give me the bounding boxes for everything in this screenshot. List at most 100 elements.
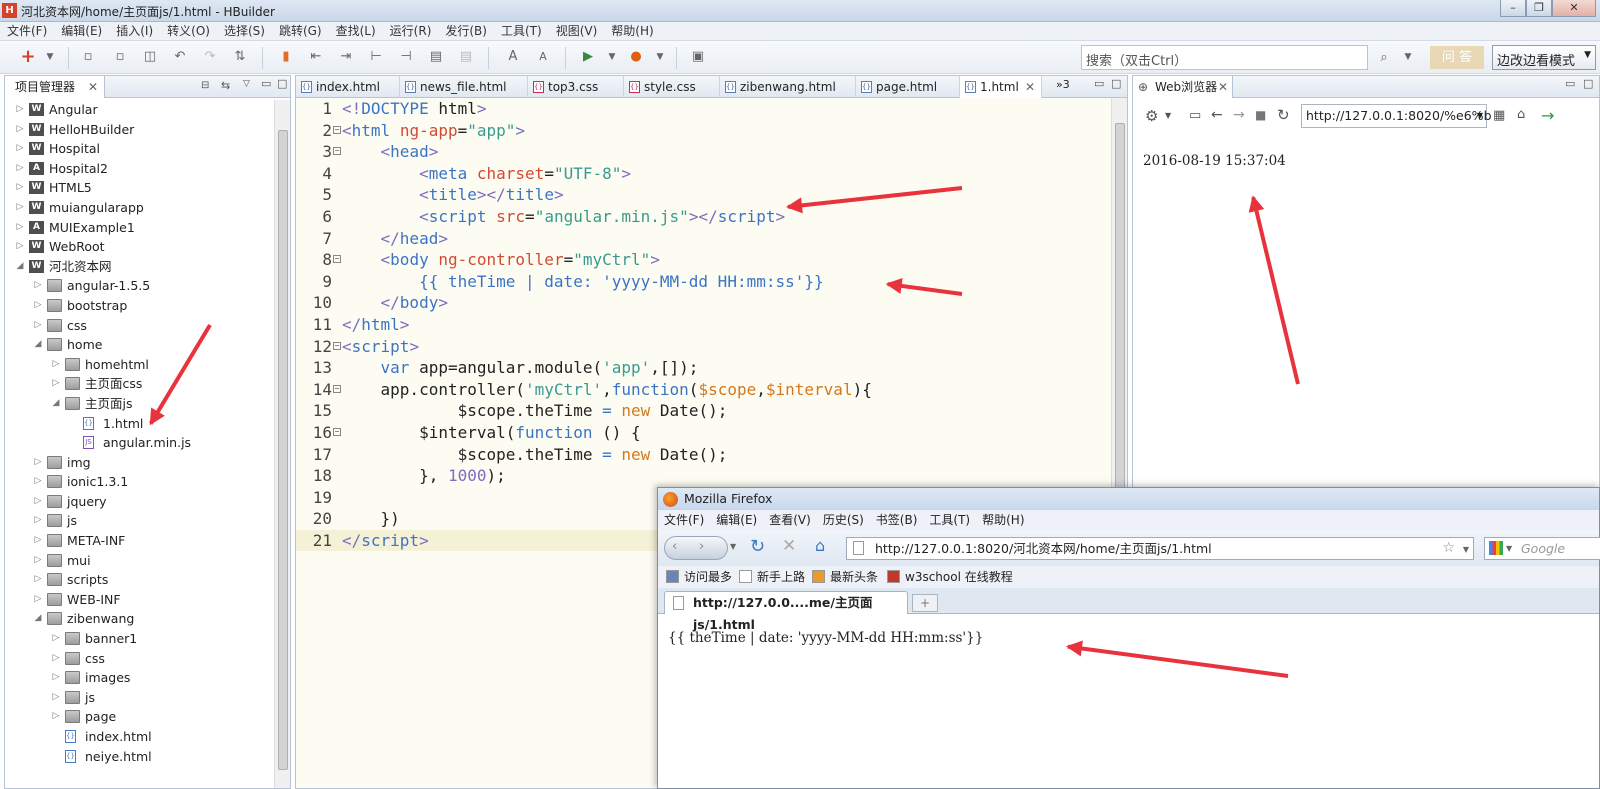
tree-item[interactable]: ▷ 主页面css bbox=[5, 374, 274, 394]
lock-icon[interactable]: ⌂ bbox=[1517, 107, 1525, 122]
prev-bookmark-icon[interactable]: ⇤ bbox=[308, 49, 324, 65]
minimize-button[interactable]: – bbox=[1500, 0, 1526, 17]
expanded-arrow-icon[interactable]: ◢ bbox=[33, 609, 43, 629]
minimize-editor-icon[interactable]: ▭ bbox=[1094, 77, 1104, 90]
collapsed-arrow-icon[interactable]: ▷ bbox=[51, 668, 61, 688]
firefox-search-input[interactable]: ▼ Google bbox=[1484, 537, 1600, 560]
chevron-down-icon[interactable]: ▼ bbox=[1477, 105, 1483, 127]
expanded-arrow-icon[interactable]: ◢ bbox=[51, 394, 61, 414]
close-icon[interactable]: ✕ bbox=[1025, 76, 1035, 98]
link-editor-icon[interactable]: ⇆ bbox=[221, 79, 230, 92]
menu-item[interactable]: 查找(L) bbox=[329, 22, 383, 41]
fold-toggle-icon[interactable]: − bbox=[333, 125, 341, 134]
collapsed-arrow-icon[interactable]: ▷ bbox=[15, 178, 25, 198]
editor-tab[interactable]: {} page.html bbox=[856, 76, 960, 98]
tree-item[interactable]: ▷ META-INF bbox=[5, 531, 274, 551]
tree-item[interactable]: ▷ W HelloHBuilder bbox=[5, 120, 274, 140]
expanded-arrow-icon[interactable]: ◢ bbox=[15, 257, 25, 277]
tree-item[interactable]: ▷ W Hospital bbox=[5, 139, 274, 159]
firefox-menu-item[interactable]: 文件(F) bbox=[658, 510, 710, 530]
firefox-menu-item[interactable]: 编辑(E) bbox=[710, 510, 763, 530]
tree-item[interactable]: ▷ homehtml bbox=[5, 355, 274, 375]
fold-toggle-icon[interactable]: − bbox=[333, 147, 341, 156]
tree-item[interactable]: ▷ bootstrap bbox=[5, 296, 274, 316]
bookmark-item[interactable]: 新手上路 bbox=[757, 566, 805, 588]
reload-icon[interactable]: ↻ bbox=[750, 536, 765, 557]
tree-item[interactable]: ▷ W WebRoot bbox=[5, 237, 274, 257]
collapsed-arrow-icon[interactable]: ▷ bbox=[15, 120, 25, 140]
go-arrow-icon[interactable]: → bbox=[1541, 106, 1554, 125]
browser-url-input[interactable]: http://127.0.0.1:8020/%e6%b ▼ bbox=[1301, 104, 1492, 128]
collapsed-arrow-icon[interactable]: ▷ bbox=[15, 100, 25, 120]
collapsed-arrow-icon[interactable]: ▷ bbox=[33, 472, 43, 492]
close-file-icon[interactable]: ◫ bbox=[142, 49, 158, 65]
collapsed-arrow-icon[interactable]: ▷ bbox=[33, 511, 43, 531]
editor-tab[interactable]: {} zibenwang.html bbox=[720, 76, 856, 98]
collapsed-arrow-icon[interactable]: ▷ bbox=[33, 551, 43, 571]
menu-item[interactable]: 发行(B) bbox=[438, 22, 494, 41]
tree-item[interactable]: ▷ A Hospital2 bbox=[5, 159, 274, 179]
tree-item[interactable]: ▷ js bbox=[5, 511, 274, 531]
font-decrease-icon[interactable]: A bbox=[535, 49, 551, 65]
editor-tab[interactable]: {} index.html bbox=[296, 76, 400, 98]
editor-tab[interactable]: {} news_file.html bbox=[400, 76, 528, 98]
collapsed-arrow-icon[interactable]: ▷ bbox=[15, 139, 25, 159]
new-dropdown-icon[interactable]: ▼ bbox=[42, 49, 58, 65]
tree-item[interactable]: ▷ img bbox=[5, 453, 274, 473]
history-dropdown-icon[interactable]: ▼ bbox=[730, 542, 736, 551]
collapsed-arrow-icon[interactable]: ▷ bbox=[33, 531, 43, 551]
editor-tab[interactable]: {} top3.css bbox=[528, 76, 624, 98]
tab-overflow-button[interactable]: »3 bbox=[1056, 78, 1070, 91]
menu-item[interactable]: 编辑(E) bbox=[54, 22, 109, 41]
collapsed-arrow-icon[interactable]: ▷ bbox=[33, 492, 43, 512]
stop-icon[interactable]: ■ bbox=[1255, 108, 1266, 122]
preview-icon[interactable]: ▣ bbox=[690, 49, 706, 65]
menu-item[interactable]: 插入(I) bbox=[109, 22, 160, 41]
editor-tab[interactable]: {} style.css bbox=[624, 76, 720, 98]
firefox-tab[interactable]: http://127.0.0....me/主页面js/1.html bbox=[664, 591, 908, 632]
close-icon[interactable]: ✕ bbox=[1218, 76, 1228, 98]
tree-item[interactable]: ▷ angular-1.5.5 bbox=[5, 276, 274, 296]
engine-dropdown-icon[interactable]: ▼ bbox=[1506, 538, 1512, 559]
web-browser-tab[interactable]: ⊕ Web浏览器 ✕ bbox=[1133, 76, 1233, 98]
fold-toggle-icon[interactable]: − bbox=[333, 341, 341, 350]
minimize-panel-icon[interactable]: ▭ bbox=[261, 77, 271, 90]
menu-item[interactable]: 帮助(H) bbox=[604, 22, 660, 41]
settings-gear-icon[interactable]: ⚙ bbox=[1145, 107, 1158, 125]
bookmark-item[interactable]: 访问最多 bbox=[684, 566, 732, 588]
maximize-browser-icon[interactable]: □ bbox=[1583, 77, 1593, 90]
tree-item[interactable]: ▷ scripts bbox=[5, 570, 274, 590]
tree-item[interactable]: ▷ WEB-INF bbox=[5, 590, 274, 610]
collapsed-arrow-icon[interactable]: ▷ bbox=[51, 688, 61, 708]
tree-item[interactable]: ▷ A MUIExample1 bbox=[5, 218, 274, 238]
firefox-menu-item[interactable]: 工具(T) bbox=[923, 510, 976, 530]
view-menu-icon[interactable]: ▽ bbox=[243, 79, 250, 89]
qr-code-icon[interactable]: ▦ bbox=[1493, 108, 1505, 123]
tree-item[interactable]: ▷ W Angular bbox=[5, 100, 274, 120]
tree-scrollbar[interactable] bbox=[274, 100, 290, 788]
firefox-menu-item[interactable]: 查看(V) bbox=[763, 510, 817, 530]
tree-item[interactable]: ▷ mui bbox=[5, 551, 274, 571]
format-icon[interactable]: ⇅ bbox=[232, 49, 248, 65]
close-icon[interactable]: ✕ bbox=[88, 76, 98, 98]
close-window-button[interactable]: ✕ bbox=[1552, 0, 1596, 17]
goto-start-icon[interactable]: ⊢ bbox=[368, 49, 384, 65]
bookmark-star-icon[interactable]: ☆ bbox=[1442, 538, 1455, 559]
firefox-menu-item[interactable]: 帮助(H) bbox=[976, 510, 1030, 530]
tree-scrollbar-thumb[interactable] bbox=[278, 130, 288, 770]
ask-button[interactable]: 问 答 bbox=[1430, 46, 1484, 69]
forward-arrow-icon[interactable]: → bbox=[1233, 107, 1245, 123]
run-dropdown-icon[interactable]: ▼ bbox=[604, 49, 620, 65]
undo-icon[interactable]: ↶ bbox=[172, 49, 188, 65]
menu-item[interactable]: 文件(F) bbox=[0, 22, 54, 41]
new-icon[interactable]: + bbox=[20, 48, 36, 66]
settings-dropdown-icon[interactable]: ▼ bbox=[1165, 111, 1171, 120]
maximize-editor-icon[interactable]: □ bbox=[1111, 77, 1121, 90]
back-arrow-icon[interactable]: ‹ bbox=[672, 539, 677, 554]
search-input[interactable]: 搜索（双击Ctrl） bbox=[1081, 45, 1368, 70]
bookmark-item[interactable]: 最新头条 bbox=[830, 566, 878, 588]
collapsed-arrow-icon[interactable]: ▷ bbox=[33, 570, 43, 590]
fold-toggle-icon[interactable]: − bbox=[333, 427, 341, 436]
search-icon[interactable]: ⌕ bbox=[1376, 50, 1392, 66]
bookmark-icon[interactable]: ▮ bbox=[278, 49, 294, 65]
